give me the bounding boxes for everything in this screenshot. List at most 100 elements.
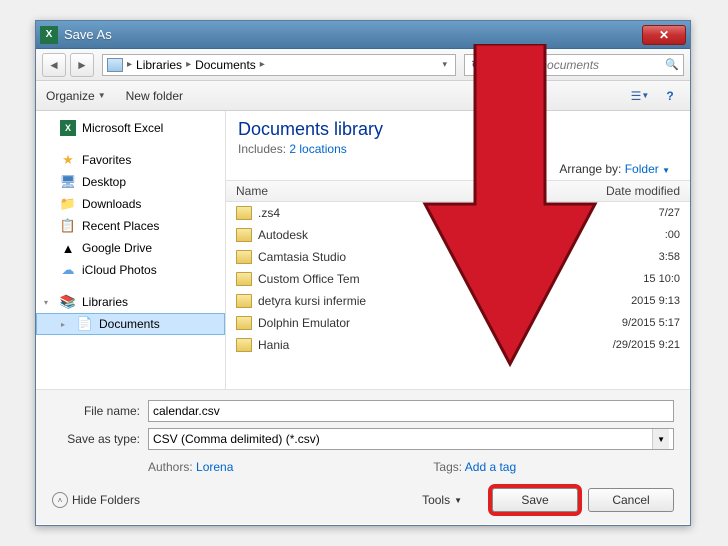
libraries-icon: 📚 — [60, 294, 76, 310]
save-button[interactable]: Save — [492, 488, 578, 512]
file-row[interactable]: Hania/29/2015 9:21 — [226, 334, 690, 356]
sidebar-item-desktop[interactable]: 🖥Desktop — [36, 171, 225, 193]
library-title: Documents library — [238, 119, 678, 140]
folder-icon — [236, 228, 252, 242]
forward-button[interactable]: ► — [70, 53, 94, 77]
icloud-icon: ☁ — [60, 262, 76, 278]
sidebar-item-libraries[interactable]: ▾📚Libraries — [36, 291, 225, 313]
breadcrumb-sep: ▸ — [125, 59, 134, 70]
file-name: .zs4 — [258, 206, 560, 220]
sidebar-item-label: Microsoft Excel — [82, 121, 163, 135]
window-title: Save As — [64, 27, 112, 42]
file-row[interactable]: Autodesk:00 — [226, 224, 690, 246]
includes-label: Includes: — [238, 142, 289, 156]
search-input[interactable] — [497, 58, 665, 72]
titlebar: X Save As ✕ — [36, 21, 690, 49]
filename-row: File name: — [52, 400, 674, 422]
savetype-row: Save as type: CSV (Comma delimited) (*.c… — [52, 428, 674, 450]
arrange-label: Arrange by: — [559, 162, 624, 176]
file-row[interactable]: detyra kursi infermie2015 9:13 — [226, 290, 690, 312]
hide-folders-button[interactable]: ˄Hide Folders — [52, 492, 140, 508]
organize-label: Organize — [46, 89, 95, 103]
star-icon: ★ — [60, 152, 76, 168]
folder-icon: 📁 — [60, 196, 76, 212]
sidebar-item-label: Recent Places — [82, 219, 159, 233]
new-folder-button[interactable]: New folder — [126, 89, 183, 103]
breadcrumb-documents[interactable]: Documents — [195, 58, 256, 72]
chevron-down-icon: ▼ — [641, 91, 649, 100]
dialog-body: XMicrosoft Excel ★Favorites 🖥Desktop 📁Do… — [36, 111, 690, 389]
google-drive-icon: ▲ — [60, 240, 76, 256]
sidebar-item-documents[interactable]: ▸📄Documents — [36, 313, 225, 335]
tags-field: Tags: Add a tag — [433, 460, 516, 474]
help-icon: ? — [666, 89, 673, 103]
file-date: 3:58 — [560, 251, 680, 263]
file-row[interactable]: Camtasia Studio3:58 — [226, 246, 690, 268]
content-pane: Documents library Includes: 2 locations … — [226, 111, 690, 389]
view-options-button[interactable]: ☰▼ — [630, 86, 650, 106]
tools-dropdown[interactable]: Tools ▼ — [422, 493, 462, 507]
bottom-panel: File name: Save as type: CSV (Comma deli… — [36, 389, 690, 524]
arrange-value: Folder — [625, 162, 659, 176]
sidebar-item-favorites[interactable]: ★ Favorites — [36, 149, 225, 171]
file-name: Autodesk — [258, 228, 560, 242]
back-icon: ◄ — [48, 58, 60, 72]
sidebar-item-icloud[interactable]: ☁iCloud Photos — [36, 259, 225, 281]
breadcrumb-libraries[interactable]: Libraries — [136, 58, 182, 72]
sidebar-item-label: Favorites — [82, 153, 131, 167]
savetype-label: Save as type: — [52, 432, 148, 446]
list-icon: ☰ — [631, 89, 642, 103]
file-date: /29/2015 9:21 — [560, 339, 680, 351]
sidebar-item-recent[interactable]: 📋Recent Places — [36, 215, 225, 237]
search-box[interactable]: 🔍 — [492, 54, 684, 76]
breadcrumb[interactable]: ▸ Libraries ▸ Documents ▸ ▾ — [102, 54, 456, 76]
arrange-by-dropdown[interactable]: Folder ▼ — [625, 162, 670, 176]
sidebar-item-label: Google Drive — [82, 241, 152, 255]
toolbar: Organize▼ New folder ☰▼ ? — [36, 81, 690, 111]
organize-button[interactable]: Organize▼ — [46, 89, 106, 103]
folder-icon — [236, 272, 252, 286]
cancel-button[interactable]: Cancel — [588, 488, 674, 512]
close-button[interactable]: ✕ — [642, 25, 686, 45]
tags-value[interactable]: Add a tag — [465, 460, 516, 474]
sidebar-item-gdrive[interactable]: ▲ Google Drive — [36, 237, 225, 259]
sidebar-item-excel[interactable]: XMicrosoft Excel — [36, 117, 225, 139]
expand-icon: ▸ — [61, 320, 71, 329]
file-row[interactable]: Custom Office Tem15 10:0 — [226, 268, 690, 290]
file-list-header: Name Date modified — [226, 180, 690, 202]
tools-label: Tools — [422, 493, 450, 507]
authors-value[interactable]: Lorena — [196, 460, 233, 474]
excel-app-icon: X — [40, 26, 58, 44]
back-button[interactable]: ◄ — [42, 53, 66, 77]
file-date: 2015 9:13 — [560, 295, 680, 307]
sidebar-item-label: Documents — [99, 317, 160, 331]
refresh-button[interactable]: ↻ — [464, 54, 488, 76]
locations-link[interactable]: 2 locations — [289, 142, 346, 156]
filename-input[interactable] — [148, 400, 674, 422]
file-list[interactable]: .zs47/27Autodesk:00Camtasia Studio3:58Cu… — [226, 202, 690, 389]
file-row[interactable]: Dolphin Emulator9/2015 5:17 — [226, 312, 690, 334]
column-date[interactable]: Date modified — [570, 184, 690, 198]
column-name[interactable]: Name — [226, 184, 570, 198]
cancel-label: Cancel — [612, 493, 649, 507]
forward-icon: ► — [76, 58, 88, 72]
arrange-row: Arrange by: Folder ▼ — [226, 162, 690, 180]
authors-label: Authors: — [148, 460, 196, 474]
folder-icon — [236, 206, 252, 220]
file-name: Dolphin Emulator — [258, 316, 560, 330]
savetype-dropdown[interactable]: CSV (Comma delimited) (*.csv)▼ — [148, 428, 674, 450]
chevron-up-icon: ˄ — [52, 492, 68, 508]
authors-field: Authors: Lorena — [148, 460, 233, 474]
sidebar-item-downloads[interactable]: 📁Downloads — [36, 193, 225, 215]
chevron-down-icon: ▼ — [662, 166, 670, 175]
file-row[interactable]: .zs47/27 — [226, 202, 690, 224]
folder-icon — [236, 294, 252, 308]
computer-icon — [107, 58, 123, 72]
sidebar: XMicrosoft Excel ★Favorites 🖥Desktop 📁Do… — [36, 111, 226, 389]
folder-icon — [236, 316, 252, 330]
help-button[interactable]: ? — [660, 86, 680, 106]
breadcrumb-dropdown[interactable]: ▾ — [438, 59, 451, 70]
save-label: Save — [521, 493, 548, 507]
file-name: Custom Office Tem — [258, 272, 560, 286]
chevron-down-icon: ▼ — [454, 496, 462, 505]
